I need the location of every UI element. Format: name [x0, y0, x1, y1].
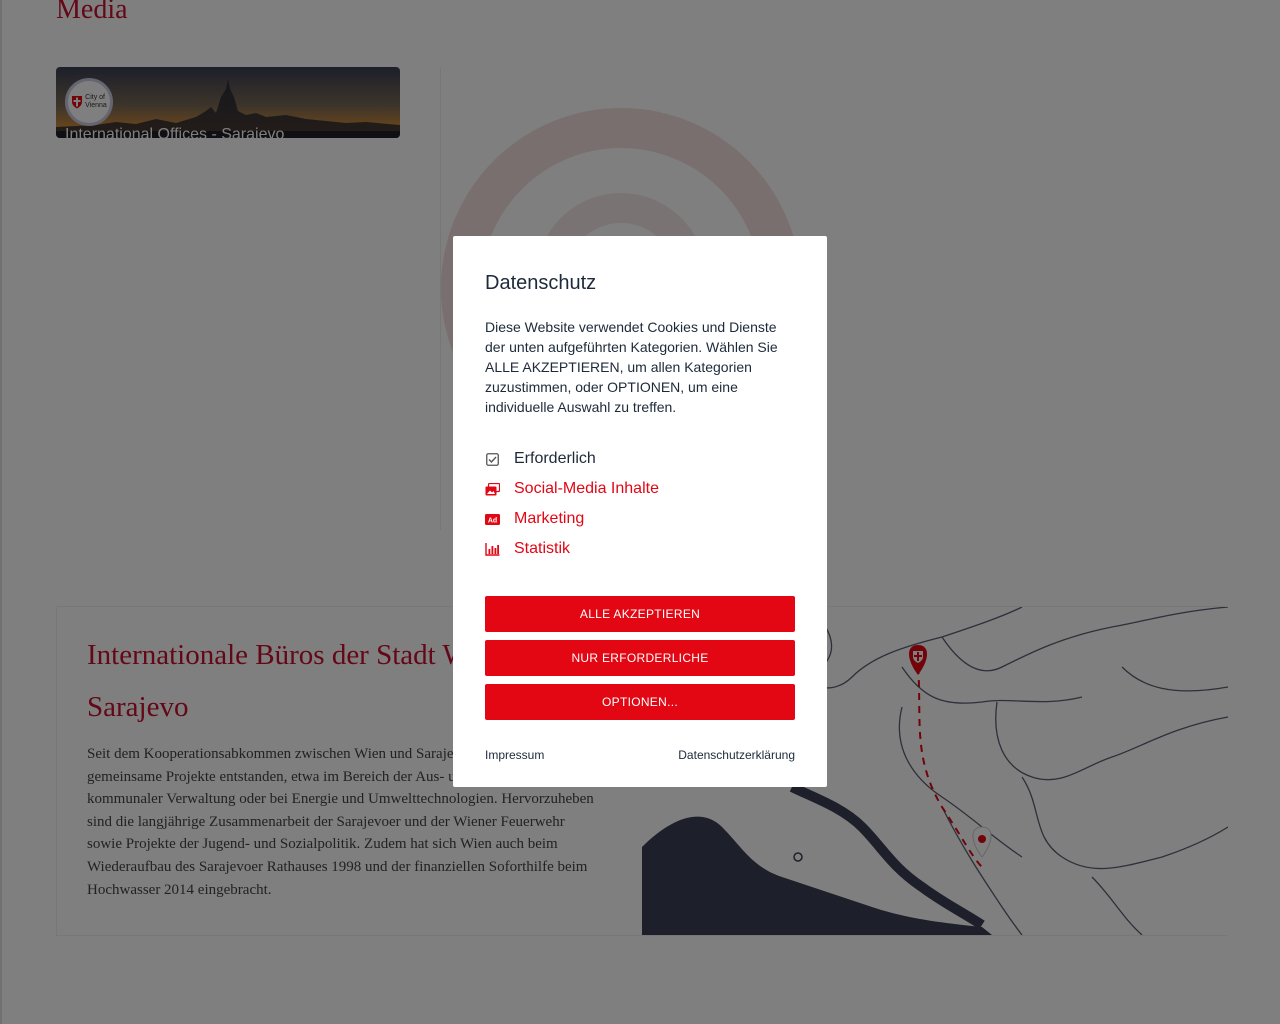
dialog-title: Datenschutz — [485, 272, 597, 294]
images-icon — [485, 482, 500, 496]
checkbox-checked-icon — [485, 452, 500, 466]
options-button[interactable]: OPTIONEN... — [485, 684, 795, 720]
category-marketing[interactable]: Ad Marketing — [485, 504, 659, 534]
cookie-category-list: Erforderlich Social-Media Inhalte Ad Mar… — [485, 444, 659, 564]
category-required: Erforderlich — [485, 444, 659, 474]
accept-all-button[interactable]: ALLE AKZEPTIEREN — [485, 596, 795, 632]
required-only-button[interactable]: NUR ERFORDERLICHE — [485, 640, 795, 676]
category-label: Social-Media Inhalte — [514, 480, 659, 497]
category-statistics[interactable]: Statistik — [485, 534, 659, 564]
privacy-consent-dialog: Datenschutz Diese Website verwendet Cook… — [453, 236, 827, 787]
ad-icon: Ad — [485, 512, 500, 526]
category-label: Marketing — [514, 510, 585, 527]
svg-text:Ad: Ad — [488, 517, 497, 524]
category-social-media[interactable]: Social-Media Inhalte — [485, 474, 659, 504]
category-label: Statistik — [514, 540, 571, 557]
privacy-policy-link[interactable]: Datenschutzerklärung — [678, 748, 795, 762]
dialog-description: Diese Website verwendet Cookies und Dien… — [485, 319, 778, 415]
category-label: Erforderlich — [514, 450, 596, 467]
bar-chart-icon — [485, 542, 500, 556]
impressum-link[interactable]: Impressum — [485, 748, 544, 762]
